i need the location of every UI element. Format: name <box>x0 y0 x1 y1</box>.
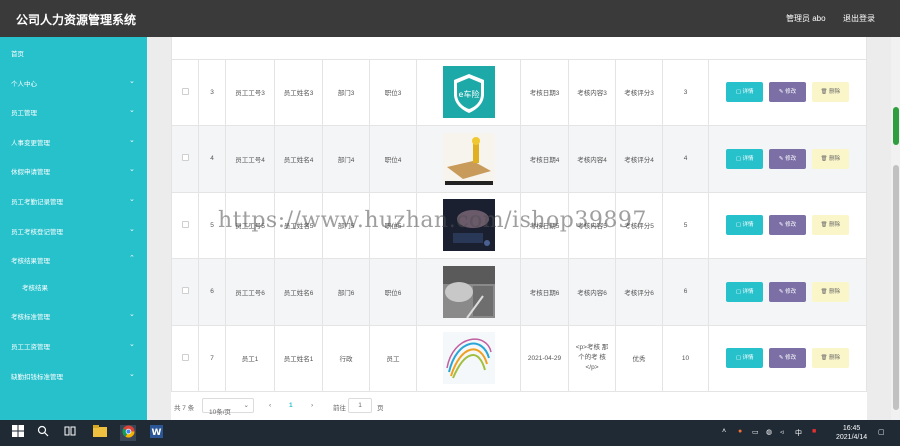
svg-text:W: W <box>151 428 161 438</box>
chevron-down-icon: ⌄ <box>129 107 135 114</box>
scrollbar-thumb[interactable] <box>893 165 899 410</box>
watermark-text: https://www.huzhan.com/ishop39897 <box>218 208 647 233</box>
chevron-down-icon: ⌄ <box>129 137 135 144</box>
page-size-select[interactable]: 10条/页 ⌄ <box>202 398 254 416</box>
delete-button[interactable]: 🗑 删除 <box>811 281 849 302</box>
employee-photo <box>416 324 521 392</box>
chevron-down-icon: ⌄ <box>129 196 135 203</box>
delete-button[interactable]: 🗑 删除 <box>811 148 849 169</box>
goto-page-input[interactable]: 1 <box>348 398 372 413</box>
user-label[interactable]: 管理员 abo <box>786 13 826 24</box>
edit-button[interactable]: ✎ 修改 <box>769 215 806 235</box>
file-explorer-icon[interactable] <box>92 425 108 441</box>
sidebar-item-salary[interactable]: 员工工资管理 ⌄ <box>0 335 147 355</box>
chevron-down-icon: ⌄ <box>129 311 135 318</box>
svg-text:e车险: e车险 <box>458 89 479 99</box>
sidebar-item-employee-mgmt[interactable]: 员工管理 ⌄ <box>0 101 147 121</box>
top-bar: 公司人力资源管理系统 管理员 abo 退出登录 <box>0 0 900 37</box>
total-count: 共 7 条 <box>174 405 195 412</box>
tray-icon[interactable]: ◍ <box>766 428 772 436</box>
table-row: 4 员工工号4 员工姓名4 部门4 职位4 考核日期4 考核内容4 考核评分4 <box>171 124 867 193</box>
chrome-icon[interactable] <box>120 425 136 441</box>
car-accident-photo <box>442 265 495 318</box>
search-icon[interactable] <box>35 425 51 441</box>
row-checkbox[interactable] <box>181 87 189 95</box>
sidebar-item-absence-deduction[interactable]: 缺勤扣钱标准管理 ⌄ <box>0 365 147 385</box>
edit-button[interactable]: ✎ 修改 <box>769 281 806 302</box>
clock[interactable]: 16:45 2021/4/14 <box>836 424 867 442</box>
scroll-indicator <box>893 107 899 145</box>
edit-button[interactable]: ✎ 修改 <box>769 82 806 102</box>
tray-chevron-icon[interactable]: ˄ <box>722 428 726 435</box>
antivirus-icon[interactable]: ■ <box>812 428 816 435</box>
row-checkbox[interactable] <box>181 353 189 361</box>
sidebar-item-personnel-change[interactable]: 人事变更管理 ⌄ <box>0 131 147 151</box>
sidebar-item-attendance[interactable]: 员工考勤记录管理 ⌄ <box>0 190 147 210</box>
windows-icon[interactable] <box>10 425 26 441</box>
tray-app-icon[interactable]: ● <box>738 428 742 435</box>
sidebar-item-assessment-register[interactable]: 员工考核登记管理 ⌄ <box>0 220 147 240</box>
table-row: 3 员工工号3 员工姓名3 部门3 职位3 e车险 考核日期3 考核内容3 考核… <box>171 58 867 126</box>
row-checkbox[interactable] <box>181 220 189 228</box>
edit-button[interactable]: ✎ 修改 <box>769 148 806 169</box>
volume-icon[interactable]: ◃ <box>780 428 784 436</box>
goto-label: 前往 <box>333 405 346 412</box>
word-icon[interactable]: W <box>148 425 164 441</box>
detail-button[interactable]: ▢ 详情 <box>726 281 764 302</box>
next-page-button[interactable]: › <box>311 402 313 409</box>
gold-figurine-photo <box>442 132 495 185</box>
chevron-down-icon: ⌄ <box>129 166 135 173</box>
detail-button[interactable]: ▢ 详情 <box>726 215 764 235</box>
sidebar-item-assessment-result-mgmt[interactable]: 考核结果管理 ⌃ <box>0 249 147 269</box>
app-title: 公司人力资源管理系统 <box>16 13 137 27</box>
ime-indicator[interactable]: 中 <box>795 428 802 438</box>
current-page[interactable]: 1 <box>289 402 293 409</box>
detail-button[interactable]: ▢ 详情 <box>726 348 764 368</box>
employee-photo <box>416 124 521 193</box>
delete-button[interactable]: 🗑 删除 <box>811 215 849 235</box>
colorful-swirl-image <box>442 332 495 384</box>
notification-icon[interactable]: ▢ <box>878 428 885 436</box>
table-row: 7 员工1 员工姓名1 行政 员工 2021-04-29 <p>考核 那个的考 … <box>171 324 867 392</box>
sidebar-item-personal-center[interactable]: 个人中心 ⌄ <box>0 72 147 92</box>
logout-link[interactable]: 退出登录 <box>843 13 875 24</box>
chevron-down-icon: ⌄ <box>129 78 135 85</box>
sidebar-item-assessment-standard[interactable]: 考核标准管理 ⌄ <box>0 305 147 325</box>
delete-button[interactable]: 🗑 删除 <box>811 82 849 102</box>
chevron-down-icon: ⌄ <box>129 226 135 233</box>
sidebar: 首页 个人中心 ⌄ 员工管理 ⌄ 人事变更管理 ⌄ 休假申请管理 ⌄ 员工考勤记录管理 ⌄… <box>0 37 147 420</box>
table-row: 6 员工工号6 员工姓名6 部门6 职位6 考核日期6 考核内容6 考核评分6 <box>171 257 867 326</box>
prev-page-button[interactable]: ‹ <box>269 402 271 409</box>
page-unit-label: 页 <box>377 405 384 412</box>
detail-button[interactable]: ▢ 详情 <box>726 82 764 102</box>
delete-button[interactable]: 🗑 删除 <box>811 348 849 368</box>
network-icon[interactable]: ▭ <box>752 428 759 436</box>
sidebar-item-leave-request[interactable]: 休假申请管理 ⌄ <box>0 160 147 180</box>
chevron-down-icon: ⌄ <box>243 402 249 409</box>
pagination: 共 7 条 10条/页 ⌄ ‹ 1 › 前往 1 页 <box>171 395 867 420</box>
car-insurance-logo: e车险 <box>442 66 495 118</box>
sidebar-item-assessment-result[interactable]: 考核结果 <box>0 276 147 296</box>
chevron-down-icon: ⌄ <box>129 371 135 378</box>
row-checkbox[interactable] <box>181 154 189 161</box>
task-view-icon[interactable] <box>62 425 78 441</box>
detail-button[interactable]: ▢ 详情 <box>726 148 764 169</box>
edit-button[interactable]: ✎ 修改 <box>769 348 806 368</box>
chevron-down-icon: ⌄ <box>129 341 135 348</box>
row-checkbox[interactable] <box>181 287 189 294</box>
chevron-up-icon: ⌃ <box>129 255 135 262</box>
sidebar-item-home[interactable]: 首页 <box>0 42 147 62</box>
employee-photo <box>416 257 521 326</box>
taskbar: W ˄ ● ▭ ◍ ◃ 中 ■ 16:45 2021/4/14 ▢ <box>0 420 900 446</box>
employee-photo: e车险 <box>416 58 521 126</box>
